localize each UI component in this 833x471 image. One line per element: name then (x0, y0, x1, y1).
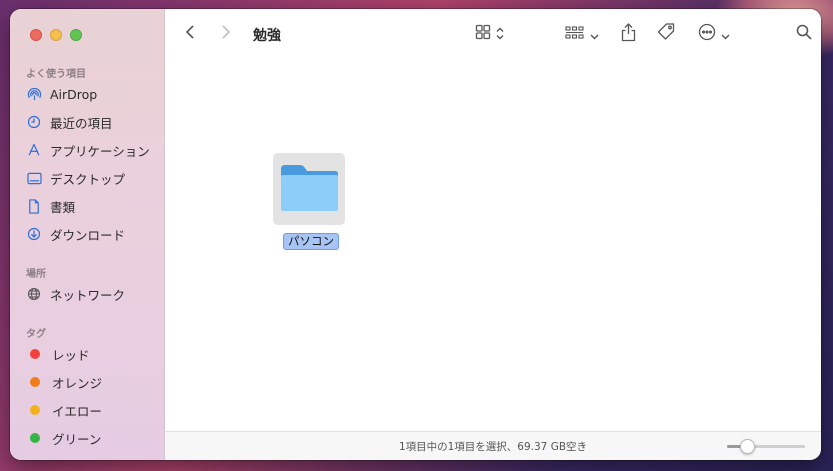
sidebar-item-label: ネットワーク (50, 287, 126, 303)
section-title-locations: 場所 (26, 269, 46, 280)
tag-dot-icon (30, 377, 40, 387)
airdrop-icon (26, 86, 42, 102)
ellipsis-circle-icon (698, 23, 716, 45)
folder-item-selected[interactable] (273, 153, 345, 225)
share-icon (621, 22, 636, 46)
grid-view-icon (475, 24, 491, 44)
sidebar-item-downloads[interactable]: ダウンロード (26, 223, 125, 245)
sidebar-item-desktop[interactable]: デスクトップ (26, 167, 125, 189)
document-icon (26, 198, 42, 214)
folder-name-label[interactable]: パソコン (283, 233, 339, 250)
sidebar: よく使う項目 AirDrop 最近の項目 アプリケーション デスクトップ 書類 … (10, 9, 165, 460)
view-mode-button[interactable] (475, 23, 504, 45)
sidebar-item-documents[interactable]: 書類 (26, 195, 75, 217)
chevron-up-down-icon (496, 25, 504, 44)
status-text: 1項目中の1項目を選択、69.37 GB空き (398, 441, 588, 453)
sidebar-item-label: ダウンロード (50, 227, 126, 243)
network-icon (26, 286, 42, 302)
close-button[interactable] (30, 29, 42, 41)
minimize-button[interactable] (50, 29, 62, 41)
chevron-left-icon (185, 24, 195, 44)
tag-dot-icon (30, 433, 40, 443)
section-title-tags: タグ (26, 329, 46, 340)
finder-window: よく使う項目 AirDrop 最近の項目 アプリケーション デスクトップ 書類 … (10, 9, 821, 460)
applications-icon (26, 142, 42, 158)
chevron-right-icon (221, 24, 231, 44)
sidebar-item-label: イエロー (52, 403, 102, 419)
group-by-button[interactable] (565, 23, 599, 45)
folder-icon (278, 161, 340, 217)
sidebar-item-label: 書類 (50, 199, 76, 215)
sidebar-tag-green[interactable]: グリーン (26, 427, 101, 449)
tag-button[interactable] (656, 23, 676, 45)
search-icon (796, 24, 812, 44)
search-button[interactable] (796, 23, 812, 45)
tag-dot-icon (30, 349, 40, 359)
sidebar-item-recents[interactable]: 最近の項目 (26, 111, 113, 133)
sidebar-tag-red[interactable]: レッド (26, 343, 90, 365)
sidebar-item-label: オレンジ (52, 375, 103, 391)
desktop-icon (26, 170, 42, 186)
share-button[interactable] (621, 22, 636, 46)
sidebar-item-label: アプリケーション (50, 143, 150, 159)
toolbar: 勉強 (165, 9, 821, 59)
window-title: 勉強 (253, 28, 281, 44)
clock-icon (26, 114, 42, 130)
group-by-icon (565, 25, 585, 44)
download-icon (26, 226, 42, 242)
sidebar-item-network[interactable]: ネットワーク (26, 283, 125, 305)
back-button[interactable] (185, 23, 195, 45)
icon-size-slider[interactable] (727, 439, 805, 454)
sidebar-tag-orange[interactable]: オレンジ (26, 371, 102, 393)
zoom-button[interactable] (70, 29, 82, 41)
sidebar-item-airdrop[interactable]: AirDrop (26, 83, 97, 105)
file-browser-content[interactable]: パソコン (165, 59, 821, 431)
sidebar-item-label: グリーン (52, 431, 102, 447)
section-title-favorites: よく使う項目 (26, 69, 86, 80)
sidebar-item-applications[interactable]: アプリケーション (26, 139, 150, 161)
window-controls (30, 29, 82, 41)
chevron-down-icon (590, 25, 599, 44)
more-actions-button[interactable] (698, 23, 730, 45)
tag-dot-icon (30, 405, 40, 415)
status-bar: 1項目中の1項目を選択、69.37 GB空き (165, 431, 821, 460)
sidebar-item-label: デスクトップ (50, 171, 126, 187)
tag-icon (656, 22, 676, 46)
sidebar-item-label: 最近の項目 (50, 115, 113, 131)
forward-button[interactable] (221, 23, 231, 45)
sidebar-tag-yellow[interactable]: イエロー (26, 399, 102, 421)
sidebar-item-label: AirDrop (50, 86, 98, 102)
sidebar-item-label: レッド (52, 347, 90, 363)
chevron-down-icon (721, 25, 730, 44)
